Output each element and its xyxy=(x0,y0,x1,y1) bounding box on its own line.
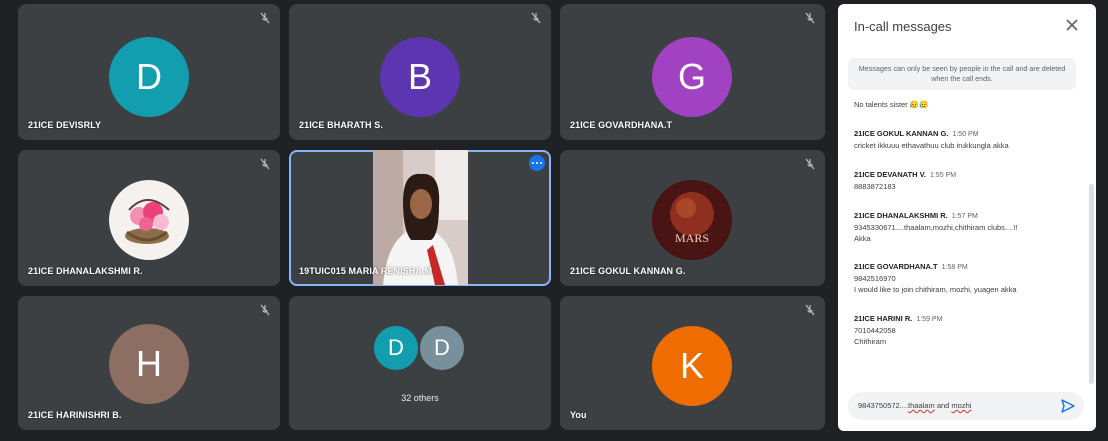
message-text: 7010442058 xyxy=(854,326,896,336)
participant-name: 21ICE HARINISHRI B. xyxy=(28,410,122,420)
participant-name: 21ICE DHANALAKSHMI R. xyxy=(28,266,143,276)
mic-off-icon xyxy=(805,304,815,316)
chat-message: 21ICE GOVARDHANA.T 1:58 PM 9842516970 I w… xyxy=(854,256,1079,296)
chat-message: 21ICE DHANALAKSHMI R. 1:57 PM 9345330671.… xyxy=(854,205,1079,245)
message-time: 1:57 PM xyxy=(951,212,978,220)
participant-name: 21ICE GOVARDHANA.T xyxy=(570,120,673,130)
scrollbar[interactable] xyxy=(1089,184,1094,384)
avatar: B xyxy=(380,37,460,117)
mic-off-icon xyxy=(260,158,270,170)
participant-name: 21ICE GOKUL KANNAN G. xyxy=(570,266,686,276)
participant-tile-maria-renisha[interactable]: 19TUIC015 MARIA RENISHA.M xyxy=(289,150,551,286)
avatar: D xyxy=(109,37,189,117)
message-text: Akka xyxy=(854,233,871,243)
message-sender: 21ICE GOVARDHANA.T xyxy=(854,262,938,272)
avatar: G xyxy=(652,37,732,117)
mic-off-icon xyxy=(805,158,815,170)
mic-off-icon xyxy=(805,12,815,24)
participant-tile-bharath[interactable]: B 21ICE BHARATH S. xyxy=(289,4,551,140)
participant-name: 19TUIC015 MARIA RENISHA.M xyxy=(299,266,433,276)
message-sender: 21ICE DEVANATH V. xyxy=(854,169,926,179)
participant-name: 21ICE DEVISRLY xyxy=(28,120,102,130)
others-tile[interactable]: D D 32 others xyxy=(289,296,551,430)
avatar: H xyxy=(109,324,189,404)
chat-message: No talents sister 😥😥 xyxy=(854,100,1079,111)
message-time: 1:59 PM xyxy=(916,316,943,324)
participant-name: 21ICE BHARATH S. xyxy=(299,120,383,130)
participant-video xyxy=(373,150,468,285)
message-input[interactable]: 9843750572....thaalam and mozhi xyxy=(848,392,1084,420)
message-text: 8883872183 xyxy=(854,181,896,191)
message-text: cricket ikkuuu ethavathuu club irukkungl… xyxy=(854,140,1009,150)
chat-message: 21ICE GOKUL KANNAN G. 1:50 PM cricket ikk… xyxy=(854,123,1079,152)
mars-logo-avatar: MARS xyxy=(652,180,732,260)
mic-off-icon xyxy=(260,12,270,24)
participant-tile-govardhana[interactable]: G 21ICE GOVARDHANA.T xyxy=(560,4,825,140)
chat-message: 21ICE DEVANATH V. 1:55 PM 8883872183 xyxy=(854,164,1079,193)
more-options-button[interactable] xyxy=(529,155,545,171)
message-text: 9345330671....thaalam,mozhi,chithiram cl… xyxy=(854,222,1018,232)
close-icon[interactable] xyxy=(1062,15,1082,35)
panel-title: In-call messages xyxy=(854,19,952,34)
avatar: K xyxy=(652,326,732,406)
in-call-messages-panel: In-call messages Messages can only be se… xyxy=(838,4,1096,431)
send-icon[interactable] xyxy=(1060,398,1076,414)
message-text: No talents sister 😥😥 xyxy=(854,100,929,109)
participant-grid: D 21ICE DEVISRLY B 21ICE BHARATH S. G 21… xyxy=(0,0,836,441)
message-time: 1:55 PM xyxy=(929,171,957,179)
participant-tile-harinishri[interactable]: H 21ICE HARINISHRI B. xyxy=(18,296,280,430)
flower-basket-photo-avatar xyxy=(109,180,189,260)
message-text: I would like to join chithiram, mozhi, y… xyxy=(854,285,1017,295)
message-input-text: 9843750572....thaalam and mozhi xyxy=(858,401,972,410)
participant-name: You xyxy=(570,410,587,420)
mic-off-icon xyxy=(531,12,541,24)
message-list: No talents sister 😥😥 21ICE GOKUL KANNAN … xyxy=(854,100,1079,360)
chat-message: 21ICE HARINI R. 1:59 PM 7010442058 Chithi… xyxy=(854,308,1079,348)
svg-text:MARS: MARS xyxy=(675,231,709,245)
message-sender: 21ICE GOKUL KANNAN G. xyxy=(854,128,949,138)
message-text: 9842516970 xyxy=(854,274,896,284)
message-sender: 21ICE DHANALAKSHMI R. xyxy=(854,210,948,220)
chat-notice: Messages can only be seen by people in t… xyxy=(848,58,1076,91)
message-time: 1:58 PM xyxy=(941,264,968,272)
message-sender: 21ICE HARINI R. xyxy=(854,314,913,324)
avatar: D xyxy=(372,324,420,372)
others-count-label: 32 others xyxy=(401,393,439,403)
avatar: D xyxy=(418,324,466,372)
message-text: Chithiram xyxy=(854,337,887,346)
participant-tile-devisrly[interactable]: D 21ICE DEVISRLY xyxy=(18,4,280,140)
participant-tile-you[interactable]: K You xyxy=(560,296,825,430)
participant-tile-dhanalakshmi[interactable]: 21ICE DHANALAKSHMI R. xyxy=(18,150,280,286)
participant-tile-gokul-kannan[interactable]: MARS 21ICE GOKUL KANNAN G. xyxy=(560,150,825,286)
message-time: 1:50 PM xyxy=(952,130,979,138)
mic-off-icon xyxy=(260,304,270,316)
